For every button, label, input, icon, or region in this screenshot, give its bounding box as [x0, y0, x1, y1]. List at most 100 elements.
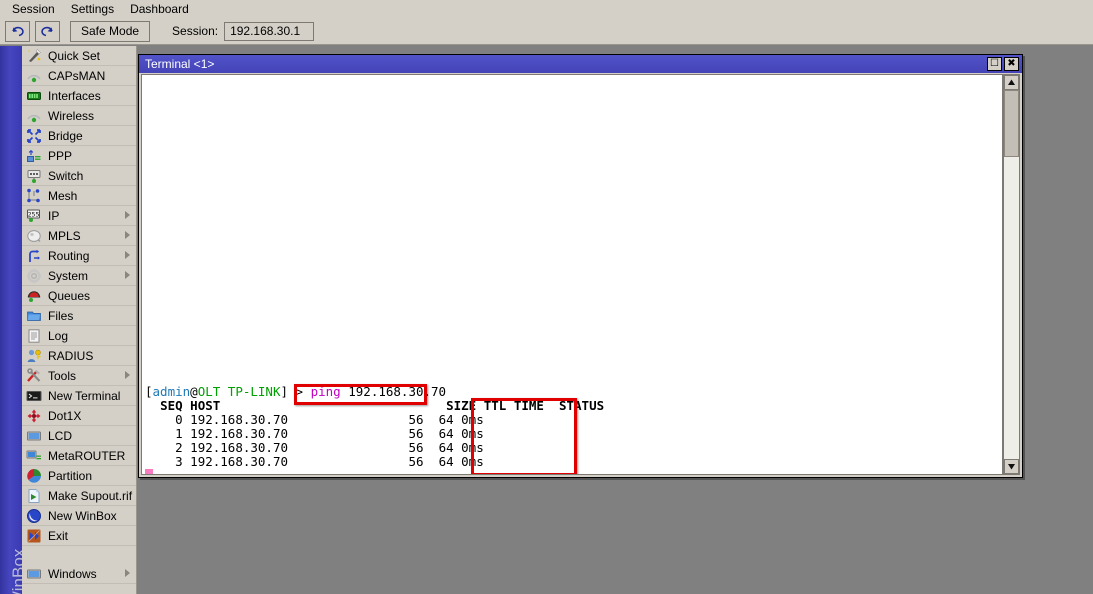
sidebar-item-label: CAPsMAN: [48, 69, 105, 83]
radius-icon: [26, 348, 42, 364]
cell-seq: 1: [175, 426, 183, 441]
terminal-cursor: [145, 469, 153, 475]
windows-icon: [26, 566, 42, 582]
sidebar-item-label: MetaROUTER: [48, 449, 125, 463]
sidebar-item-partition[interactable]: Partition: [22, 466, 136, 486]
sidebar-item-label: System: [48, 269, 88, 283]
sidebar-item-files[interactable]: Files: [22, 306, 136, 326]
ping-table-header: SEQ HOST SIZE TTL TIME STATUS: [145, 398, 604, 413]
sidebar-item-routing[interactable]: Routing: [22, 246, 136, 266]
terminal-output-area[interactable]: [admin@OLT TP-LINK] > ping 192.168.30.70…: [141, 74, 1003, 475]
terminal-command-arg: 192.168.30.70: [341, 384, 446, 399]
redo-arrow-icon: [40, 25, 55, 38]
col-time: TIME: [514, 398, 544, 413]
winbox-brand-label: WinBox: [9, 533, 22, 594]
prompt-host: OLT TP-LINK: [198, 384, 281, 399]
ping-row: 3 192.168.30.70 56 64 0ms: [145, 454, 484, 469]
chevron-right-icon: [125, 569, 130, 577]
close-icon[interactable]: ✖: [1004, 57, 1019, 71]
sidebar-item-interfaces[interactable]: Interfaces: [22, 86, 136, 106]
switch-icon: [26, 168, 42, 184]
chevron-right-icon: [125, 231, 130, 239]
menu-settings[interactable]: Settings: [63, 0, 122, 18]
sidebar-item-queues[interactable]: Queues: [22, 286, 136, 306]
sidebar-item-label: Exit: [48, 529, 68, 543]
sidebar-item-label: MPLS: [48, 229, 81, 243]
cell-time: 0ms: [461, 426, 484, 441]
cell-ttl: 64: [439, 426, 454, 441]
sidebar-item-new-winbox[interactable]: New WinBox: [22, 506, 136, 526]
svg-text:255: 255: [28, 210, 40, 218]
sidebar-item-mpls[interactable]: MPLS: [22, 226, 136, 246]
menu-session[interactable]: Session: [4, 0, 63, 18]
capsman-icon: [26, 68, 42, 84]
ping-row: 2 192.168.30.70 56 64 0ms: [145, 440, 484, 455]
safe-mode-button[interactable]: Safe Mode: [70, 21, 150, 42]
ip-icon: 255: [26, 208, 42, 224]
cell-seq: 3: [175, 454, 183, 469]
sidebar-item-metarouter[interactable]: MetaROUTER: [22, 446, 136, 466]
window-controls: ☐ ✖: [987, 57, 1019, 71]
sidebar-item-mesh[interactable]: Mesh: [22, 186, 136, 206]
col-ttl: TTL: [484, 398, 507, 413]
sidebar-item-wireless[interactable]: Wireless: [22, 106, 136, 126]
terminal-vertical-scrollbar[interactable]: [1003, 74, 1020, 475]
supout-icon: [26, 488, 42, 504]
scrollbar-track[interactable]: [1004, 90, 1019, 459]
sidebar-item-bridge[interactable]: Bridge: [22, 126, 136, 146]
cell-seq: 0: [175, 412, 183, 427]
mesh-icon: [26, 188, 42, 204]
chevron-right-icon: [125, 371, 130, 379]
sidebar-item-label: Queues: [48, 289, 90, 303]
terminal-title-bar[interactable]: Terminal <1> ☐ ✖: [139, 55, 1022, 73]
chevron-right-icon: [125, 211, 130, 219]
sidebar-item-switch[interactable]: Switch: [22, 166, 136, 186]
sidebar-item-quick-set[interactable]: Quick Set: [22, 46, 136, 66]
sidebar-item-capsman[interactable]: CAPsMAN: [22, 66, 136, 86]
sidebar-item-label: New WinBox: [48, 509, 117, 523]
sidebar-item-radius[interactable]: RADIUS: [22, 346, 136, 366]
sidebar-item-system[interactable]: System: [22, 266, 136, 286]
sidebar-item-exit[interactable]: Exit: [22, 526, 136, 546]
sidebar-item-label: Windows: [48, 567, 97, 581]
sidebar-item-log[interactable]: Log: [22, 326, 136, 346]
terminal-command-name: ping: [311, 384, 341, 399]
dot1x-icon: [26, 408, 42, 424]
scroll-down-icon[interactable]: [1004, 459, 1019, 474]
cell-host: 192.168.30.70: [190, 412, 288, 427]
sidebar-item-lcd[interactable]: LCD: [22, 426, 136, 446]
mpls-icon: [26, 228, 42, 244]
menu-dashboard[interactable]: Dashboard: [122, 0, 197, 18]
session-address-field[interactable]: 192.168.30.1: [224, 22, 314, 41]
folder-icon: [26, 308, 42, 324]
sidebar-item-label: Wireless: [48, 109, 94, 123]
ppp-icon: [26, 148, 42, 164]
sidebar-item-label: Log: [48, 329, 68, 343]
col-status: STATUS: [559, 398, 604, 413]
winbox-application: Session Settings Dashboard Safe Mode Ses…: [0, 0, 1093, 594]
undo-button[interactable]: [5, 21, 30, 42]
scroll-up-icon[interactable]: [1004, 75, 1019, 90]
sidebar-item-label: LCD: [48, 429, 72, 443]
maximize-icon[interactable]: ☐: [987, 57, 1002, 71]
sidebar-item-ip[interactable]: 255 IP: [22, 206, 136, 226]
sidebar-menu: Quick Set CAPsMAN Interfaces: [22, 46, 137, 594]
redo-button[interactable]: [35, 21, 60, 42]
sidebar-item-dot1x[interactable]: Dot1X: [22, 406, 136, 426]
sidebar-item-ppp[interactable]: PPP: [22, 146, 136, 166]
cell-size: 56: [408, 426, 423, 441]
undo-arrow-icon: [10, 25, 25, 38]
sidebar-item-label: Mesh: [48, 189, 77, 203]
sidebar-item-label: New Terminal: [48, 389, 120, 403]
bridge-icon: [26, 128, 42, 144]
sidebar-item-make-supout[interactable]: Make Supout.rif: [22, 486, 136, 506]
sidebar-item-new-terminal[interactable]: New Terminal: [22, 386, 136, 406]
scrollbar-thumb[interactable]: [1004, 90, 1019, 157]
col-host: HOST: [190, 398, 220, 413]
prompt-user: admin: [153, 384, 191, 399]
wand-icon: [26, 48, 42, 64]
sidebar-item-windows[interactable]: Windows: [22, 564, 136, 584]
queues-icon: [26, 288, 42, 304]
cell-time: 0ms: [461, 440, 484, 455]
sidebar-item-tools[interactable]: Tools: [22, 366, 136, 386]
